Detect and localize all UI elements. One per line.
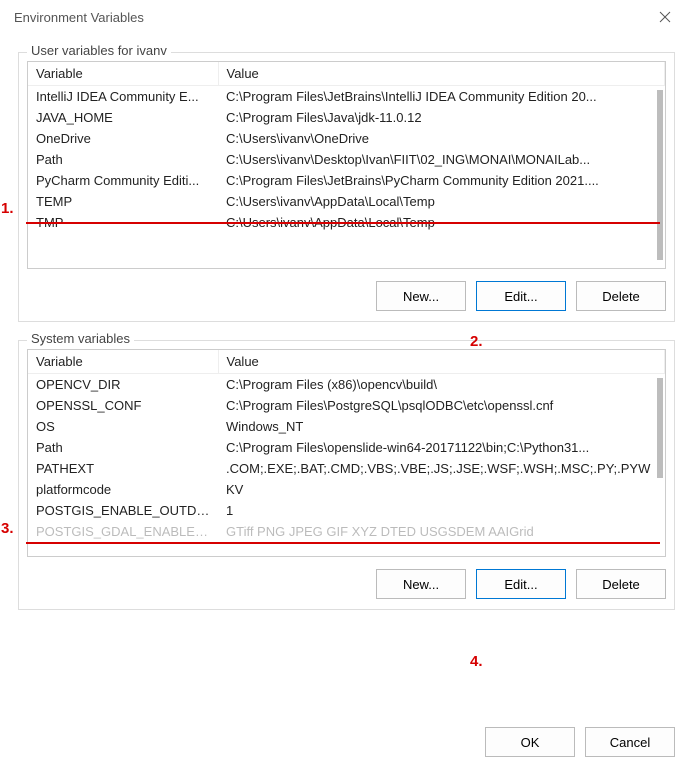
sys-edit-button[interactable]: Edit... xyxy=(476,569,566,599)
table-row[interactable]: POSTGIS_ENABLE_OUTDB_...1 xyxy=(28,500,665,521)
sys-new-button[interactable]: New... xyxy=(376,569,466,599)
user-variables-table[interactable]: Variable Value IntelliJ IDEA Community E… xyxy=(28,62,665,233)
col-header-value[interactable]: Value xyxy=(218,62,665,86)
ok-button[interactable]: OK xyxy=(485,727,575,757)
sys-table-wrap: Variable Value OPENCV_DIRC:\Program File… xyxy=(27,349,666,557)
col-header-variable[interactable]: Variable xyxy=(28,62,218,86)
scrollbar[interactable] xyxy=(657,378,663,478)
titlebar: Environment Variables xyxy=(0,0,693,34)
table-row[interactable]: TEMPC:\Users\ivanv\AppData\Local\Temp xyxy=(28,191,665,212)
table-row[interactable]: OPENCV_DIRC:\Program Files (x86)\opencv\… xyxy=(28,374,665,396)
table-row[interactable]: TMPC:\Users\ivanv\AppData\Local\Temp xyxy=(28,212,665,233)
user-group-legend: User variables for ivanv xyxy=(27,43,171,58)
user-edit-button[interactable]: Edit... xyxy=(476,281,566,311)
sys-group-legend: System variables xyxy=(27,331,134,346)
table-row[interactable]: JAVA_HOMEC:\Program Files\Java\jdk-11.0.… xyxy=(28,107,665,128)
table-row[interactable]: POSTGIS_GDAL_ENABLED...GTiff PNG JPEG GI… xyxy=(28,521,665,542)
table-row[interactable]: PATHEXT.COM;.EXE;.BAT;.CMD;.VBS;.VBE;.JS… xyxy=(28,458,665,479)
user-variables-group: User variables for ivanv Variable Value … xyxy=(18,52,675,322)
user-new-button[interactable]: New... xyxy=(376,281,466,311)
table-row[interactable]: OSWindows_NT xyxy=(28,416,665,437)
table-row[interactable]: IntelliJ IDEA Community E...C:\Program F… xyxy=(28,86,665,108)
scrollbar[interactable] xyxy=(657,90,663,260)
table-row[interactable]: PathC:\Program Files\openslide-win64-201… xyxy=(28,437,665,458)
system-variables-table[interactable]: Variable Value OPENCV_DIRC:\Program File… xyxy=(28,350,665,542)
sys-delete-button[interactable]: Delete xyxy=(576,569,666,599)
user-delete-button[interactable]: Delete xyxy=(576,281,666,311)
annotation-4: 4. xyxy=(470,653,483,670)
system-variables-group: System variables Variable Value OPENCV_D… xyxy=(18,340,675,610)
user-table-wrap: Variable Value IntelliJ IDEA Community E… xyxy=(27,61,666,269)
table-row[interactable]: OPENSSL_CONFC:\Program Files\PostgreSQL\… xyxy=(28,395,665,416)
close-button[interactable] xyxy=(645,3,685,31)
col-header-variable[interactable]: Variable xyxy=(28,350,218,374)
col-header-value[interactable]: Value xyxy=(218,350,665,374)
window-title: Environment Variables xyxy=(14,10,144,25)
table-row[interactable]: PathC:\Users\ivanv\Desktop\Ivan\FIIT\02_… xyxy=(28,149,665,170)
table-row[interactable]: OneDriveC:\Users\ivanv\OneDrive xyxy=(28,128,665,149)
cancel-button[interactable]: Cancel xyxy=(585,727,675,757)
table-row[interactable]: platformcodeKV xyxy=(28,479,665,500)
table-row[interactable]: PyCharm Community Editi...C:\Program Fil… xyxy=(28,170,665,191)
close-icon xyxy=(659,11,671,23)
